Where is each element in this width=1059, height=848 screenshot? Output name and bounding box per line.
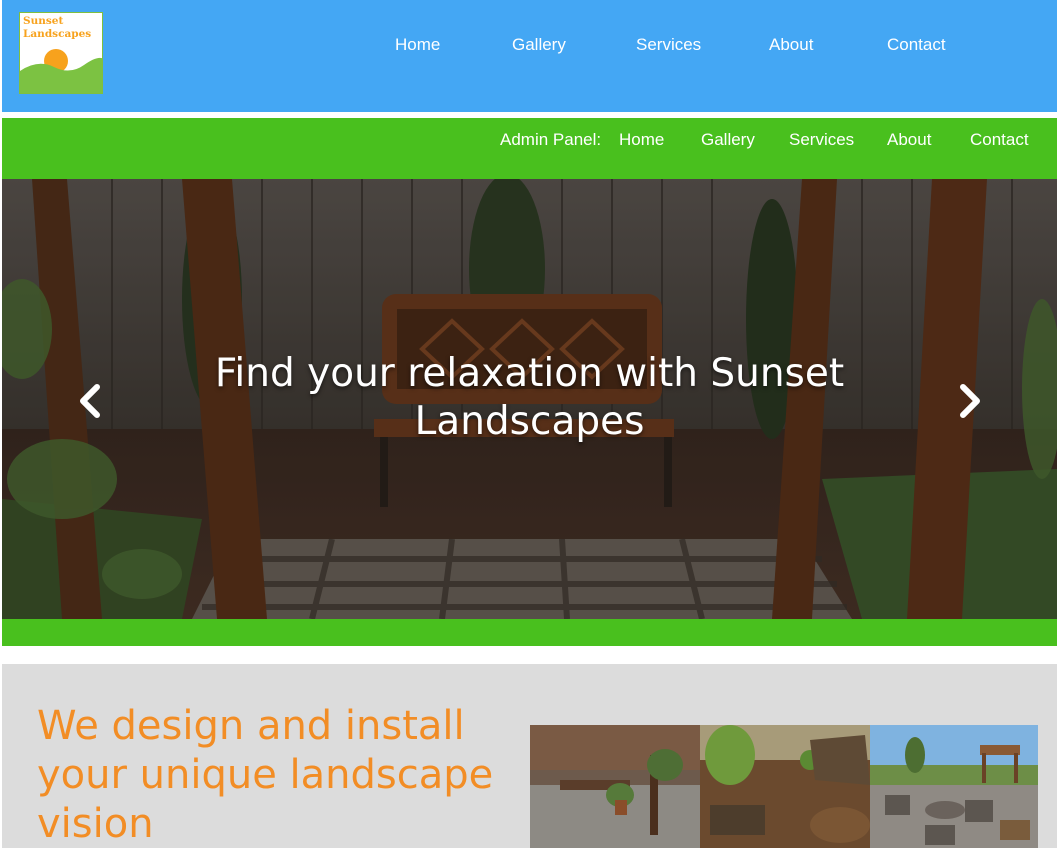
admin-nav-home[interactable]: Home [619,128,664,152]
main-nav: Home Gallery Services About Contact [2,33,1057,57]
gallery-thumb-image [530,725,700,848]
logo-text-line1: Sunset [23,15,64,27]
gallery-thumb[interactable] [530,725,700,848]
intro-heading: We design and install your unique landsc… [37,703,494,847]
gallery-thumb-image [870,725,1038,848]
top-header: Sunset Landscapes Home Gallery Services … [2,0,1057,112]
gallery-preview [530,725,1038,848]
admin-nav-contact[interactable]: Contact [970,128,1029,152]
hero-bottom-divider [2,619,1057,646]
carousel-prev-button[interactable] [73,381,109,421]
intro-section: We design and install your unique landsc… [2,664,1057,848]
nav-services[interactable]: Services [636,33,701,57]
gallery-thumb[interactable] [870,725,1038,848]
admin-nav-gallery[interactable]: Gallery [701,128,755,152]
nav-home[interactable]: Home [395,33,440,57]
admin-panel-nav: Admin Panel: Home Gallery Services About… [2,118,1057,179]
admin-nav-services[interactable]: Services [789,128,854,152]
chevron-left-icon [80,384,100,418]
nav-contact[interactable]: Contact [887,33,946,57]
gallery-thumb-image [700,725,870,848]
hero-carousel: Find your relaxation with Sunset Landsca… [2,179,1057,619]
nav-gallery[interactable]: Gallery [512,33,566,57]
carousel-next-button[interactable] [951,381,987,421]
admin-panel-label: Admin Panel: [500,130,602,149]
nav-about[interactable]: About [769,33,813,57]
gallery-thumb[interactable] [700,725,870,848]
hero-caption: Find your relaxation with Sunset Landsca… [214,351,845,444]
admin-nav-about[interactable]: About [887,128,931,152]
chevron-right-icon [960,384,980,418]
